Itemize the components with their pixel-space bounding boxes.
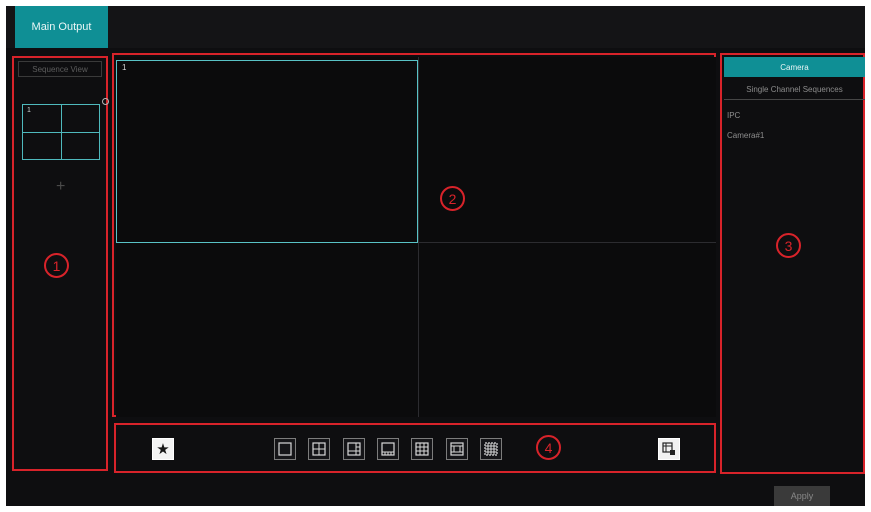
star-icon: ★: [156, 440, 170, 458]
delete-layout-icon: [662, 442, 675, 455]
video-cell-1[interactable]: 1: [116, 60, 418, 243]
layout-6-icon: [347, 442, 361, 456]
camera-list-item-ipc[interactable]: IPC: [727, 111, 740, 120]
tab-main-output[interactable]: Main Output: [15, 6, 108, 48]
layout-8-icon: [381, 442, 395, 456]
sequence-thumbnail[interactable]: 1: [22, 104, 100, 160]
layout-13-icon: [450, 442, 464, 456]
camera-panel: Camera Single Channel Sequences IPC Came…: [720, 53, 865, 474]
camera-list-item-camera1[interactable]: Camera#1: [727, 131, 764, 140]
video-grid: 1: [116, 57, 716, 417]
layout-toolbar: ★ 4: [114, 423, 716, 473]
annotation-4: 4: [536, 435, 561, 460]
edit-dot-icon[interactable]: [102, 98, 109, 105]
layout-9-button[interactable]: [411, 438, 433, 460]
layout-4-icon: [312, 442, 326, 456]
layout-8-button[interactable]: [377, 438, 399, 460]
layout-4-button[interactable]: [308, 438, 330, 460]
layout-16-icon: [484, 442, 498, 456]
video-panel: 1 2: [112, 53, 716, 417]
layout-1-icon: [278, 442, 292, 456]
cell-number: 1: [122, 63, 127, 72]
tab-single-channel-sequences[interactable]: Single Channel Sequences: [724, 79, 865, 100]
layout-6-button[interactable]: [343, 438, 365, 460]
annotation-2: 2: [440, 186, 465, 211]
app-window: Main Output Sequence View 1 + 1 1 2 ★ 4 …: [6, 6, 865, 506]
annotation-3: 3: [776, 233, 801, 258]
sequence-panel: Sequence View 1 + 1: [12, 56, 109, 471]
layout-1-button[interactable]: [274, 438, 296, 460]
layout-13-button[interactable]: [446, 438, 468, 460]
tab-bar: Main Output: [6, 6, 865, 48]
tab-camera[interactable]: Camera: [724, 57, 865, 77]
sequence-view-header: Sequence View: [18, 61, 102, 77]
annotation-1: 1: [44, 253, 69, 278]
delete-layout-button[interactable]: [658, 438, 680, 460]
layout-9-icon: [415, 442, 429, 456]
thumb-horizontal-divider: [23, 132, 99, 133]
apply-button[interactable]: Apply: [774, 486, 830, 506]
favorite-star-button[interactable]: ★: [152, 438, 174, 460]
layout-16-button[interactable]: [480, 438, 502, 460]
thumb-label: 1: [27, 107, 31, 114]
grid-vertical-divider: [418, 57, 419, 417]
add-sequence-icon[interactable]: +: [56, 178, 65, 196]
